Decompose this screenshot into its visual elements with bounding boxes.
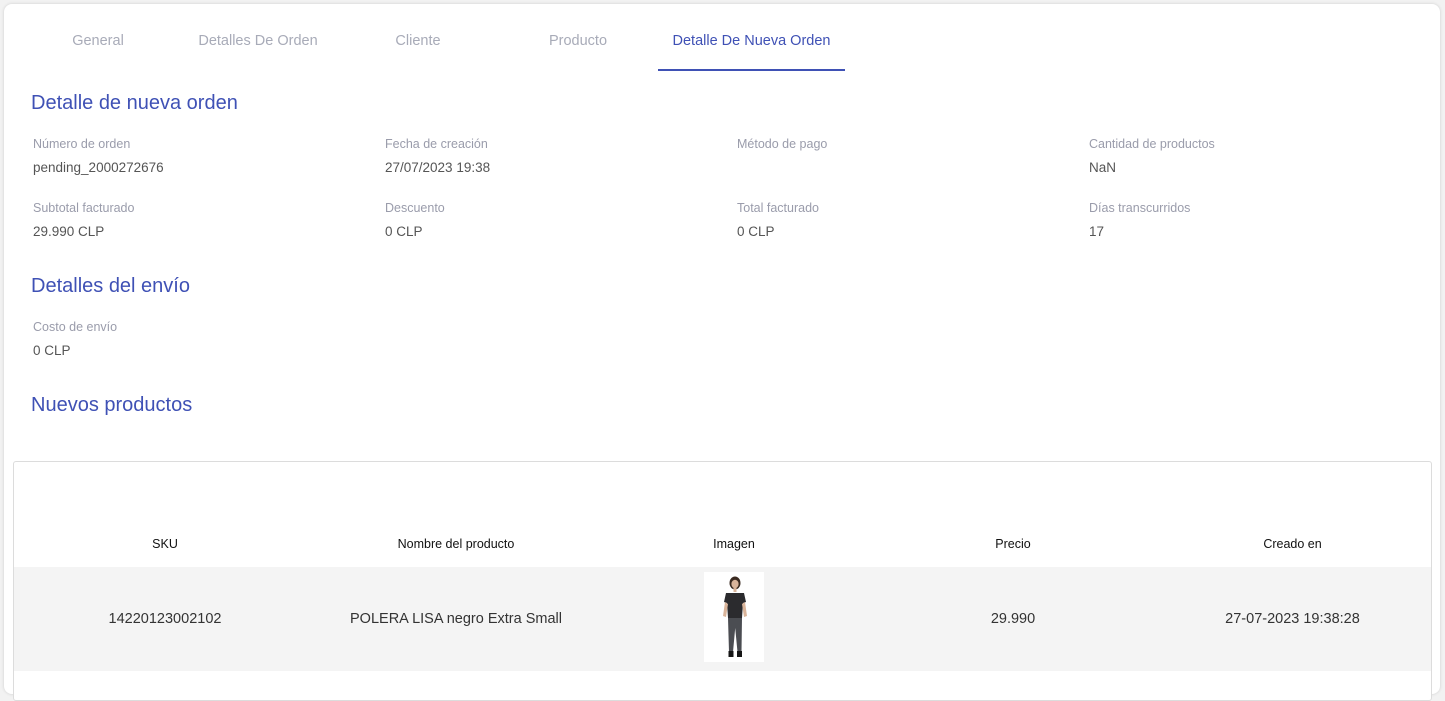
field-value: pending_2000272676 <box>33 160 164 175</box>
field-label: Total facturado <box>737 201 819 215</box>
tab-general[interactable]: General <box>18 26 178 71</box>
cell-sku: 14220123002102 <box>108 611 222 627</box>
field-payment-method: Método de pago <box>737 137 827 160</box>
field-product-count: Cantidad de productos NaN <box>1089 137 1215 175</box>
product-photo-icon <box>704 572 764 662</box>
tab-new-order-detail[interactable]: Detalle De Nueva Orden <box>658 26 845 71</box>
cell-product-name: POLERA LISA negro Extra Small <box>350 611 562 627</box>
table-header: SKU Nombre del producto Imagen Precio Cr… <box>14 524 1431 564</box>
field-value: 0 CLP <box>737 224 775 239</box>
tab-bar: General Detalles De Orden Cliente Produc… <box>18 26 878 71</box>
tab-customer[interactable]: Cliente <box>338 26 498 71</box>
field-days-elapsed: Días transcurridos 17 <box>1089 201 1190 239</box>
column-header-image[interactable]: Imagen <box>596 524 872 564</box>
field-label: Método de pago <box>737 137 828 151</box>
field-value: 17 <box>1089 224 1105 239</box>
tab-order-details[interactable]: Detalles De Orden <box>178 26 338 71</box>
field-subtotal: Subtotal facturado 29.990 CLP <box>33 201 134 239</box>
table-row[interactable]: 14220123002102 POLERA LISA negro Extra S… <box>14 567 1431 671</box>
field-label: Costo de envío <box>33 320 118 334</box>
field-value: 29.990 CLP <box>33 224 105 239</box>
field-value: NaN <box>1089 160 1117 175</box>
column-header-price[interactable]: Precio <box>872 524 1154 564</box>
field-value: 0 CLP <box>385 224 423 239</box>
column-header-name[interactable]: Nombre del producto <box>316 524 596 564</box>
field-label: Subtotal facturado <box>33 201 135 215</box>
field-total: Total facturado 0 CLP <box>737 201 819 239</box>
field-discount: Descuento 0 CLP <box>385 201 445 239</box>
product-image[interactable] <box>704 572 764 662</box>
shipping-section-title: Detalles del envío <box>31 275 190 297</box>
field-value: 0 CLP <box>33 343 71 358</box>
field-label: Cantidad de productos <box>1089 137 1215 151</box>
tab-product[interactable]: Producto <box>498 26 658 71</box>
column-header-sku[interactable]: SKU <box>14 524 316 564</box>
field-label: Días transcurridos <box>1089 201 1191 215</box>
field-creation-date: Fecha de creación 27/07/2023 19:38 <box>385 137 490 175</box>
field-label: Descuento <box>385 201 445 215</box>
field-label: Número de orden <box>33 137 131 151</box>
products-section-title: Nuevos productos <box>31 394 193 416</box>
field-order-number: Número de orden pending_2000272676 <box>33 137 164 175</box>
field-label: Fecha de creación <box>385 137 488 151</box>
field-value: 27/07/2023 19:38 <box>385 160 491 175</box>
order-detail-card: General Detalles De Orden Cliente Produc… <box>4 4 1440 701</box>
cell-price: 29.990 <box>990 611 1036 627</box>
products-table: SKU Nombre del producto Imagen Precio Cr… <box>13 461 1432 701</box>
field-shipping-cost: Costo de envío 0 CLP <box>33 320 117 358</box>
cell-created-at: 27-07-2023 19:38:28 <box>1225 611 1360 627</box>
order-section-title: Detalle de nueva orden <box>31 92 238 114</box>
column-header-created[interactable]: Creado en <box>1154 524 1431 564</box>
